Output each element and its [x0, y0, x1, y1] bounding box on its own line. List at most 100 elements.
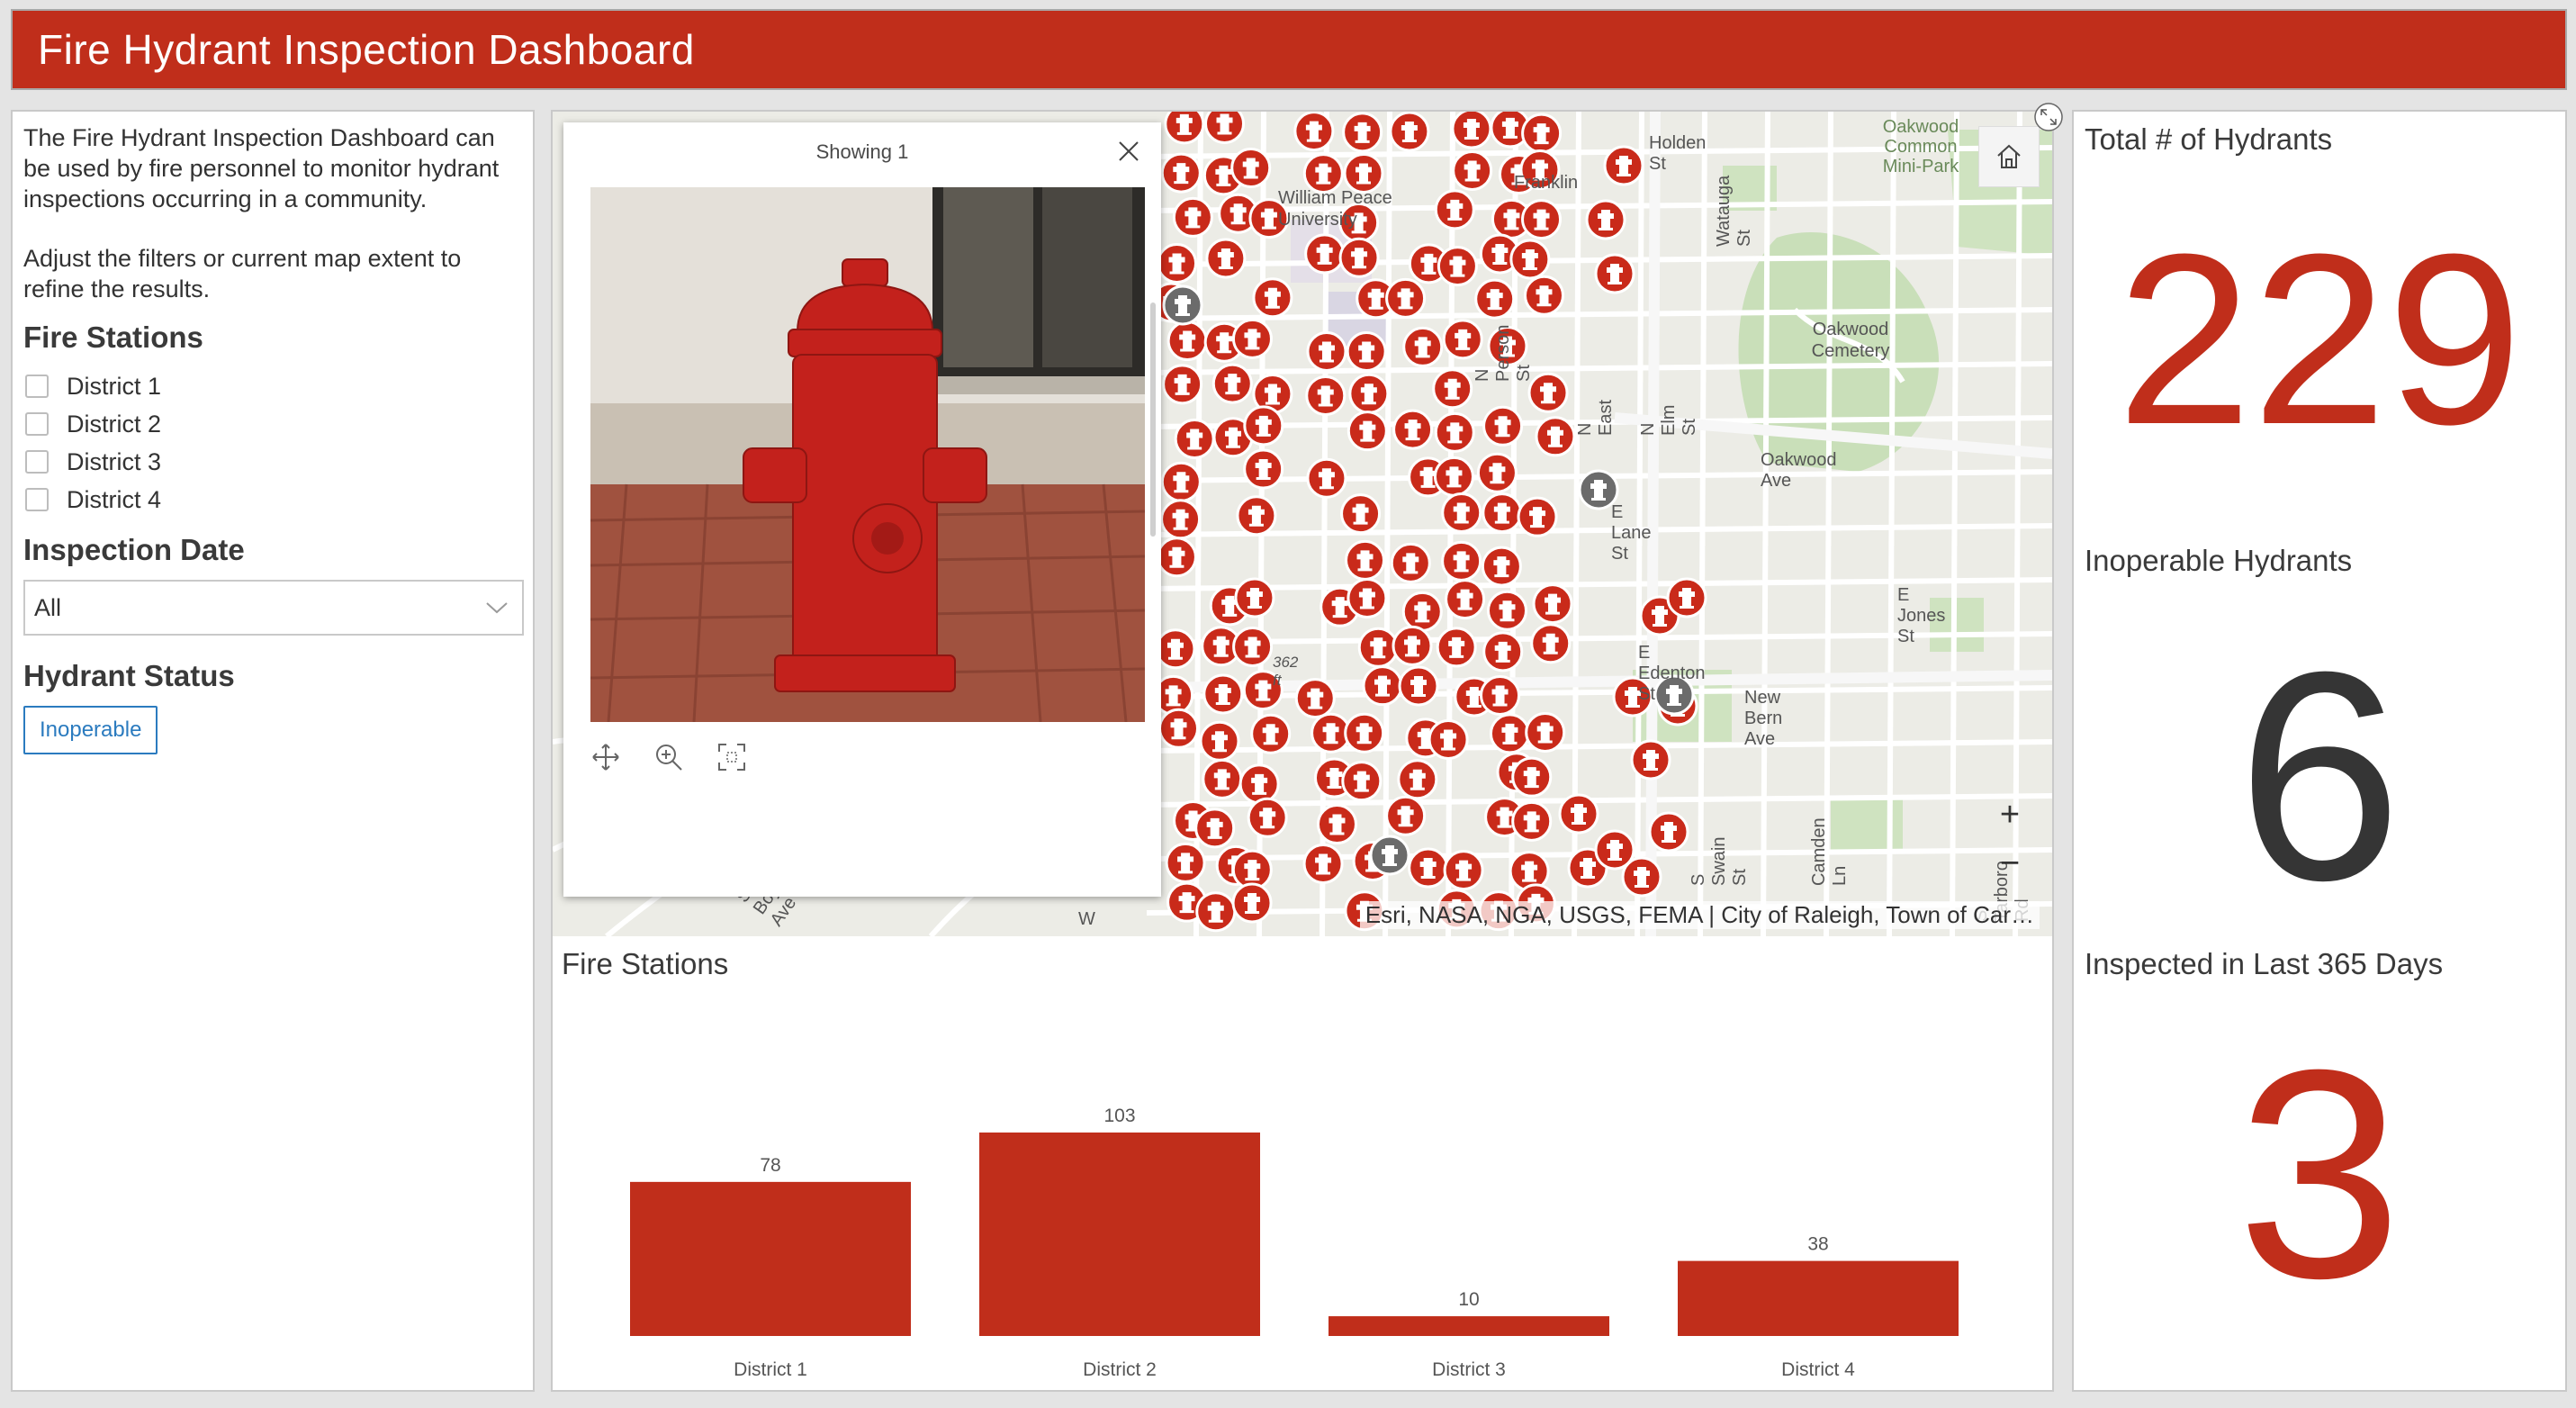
- hydrant-marker-icon[interactable]: [1247, 797, 1288, 838]
- hydrant-marker-icon[interactable]: [1434, 411, 1475, 453]
- hydrant-marker-icon[interactable]: [1445, 579, 1486, 620]
- hydrant-marker-icon[interactable]: [1250, 713, 1292, 754]
- hydrant-marker-icon[interactable]: [1362, 665, 1403, 707]
- hydrant-marker-icon[interactable]: [1341, 761, 1383, 802]
- hydrant-marker-icon[interactable]: [1345, 539, 1386, 581]
- hydrant-marker-icon[interactable]: [1166, 320, 1208, 362]
- hydrant-marker-icon[interactable]: [1211, 363, 1253, 404]
- hydrant-marker-icon[interactable]: [1648, 811, 1689, 853]
- hydrant-marker-icon[interactable]: [1304, 233, 1346, 275]
- hydrant-marker-icon[interactable]: [1530, 623, 1572, 664]
- hydrant-marker-icon[interactable]: [1338, 237, 1380, 278]
- hydrant-marker-icon[interactable]: [1443, 850, 1484, 891]
- hydrant-marker-icon[interactable]: [1434, 189, 1475, 230]
- hydrant-marker-icon[interactable]: [1306, 457, 1347, 499]
- zoom-to-icon[interactable]: [653, 742, 684, 772]
- hydrant-marker-icon[interactable]: [1243, 405, 1284, 447]
- hydrant-marker-icon[interactable]: [1476, 452, 1518, 493]
- district-2-checkbox[interactable]: [25, 412, 49, 436]
- hydrant-marker-icon[interactable]: [1408, 847, 1449, 889]
- pan-icon[interactable]: [590, 742, 621, 772]
- hydrant-marker-icon[interactable]: [1441, 492, 1482, 533]
- fullscreen-icon[interactable]: [716, 742, 747, 772]
- hydrant-marker-icon[interactable]: [1385, 277, 1427, 319]
- hydrant-marker-icon[interactable]: [1347, 577, 1388, 618]
- hydrant-marker-icon[interactable]: [1525, 712, 1566, 754]
- hydrant-marker-icon[interactable]: [1452, 150, 1493, 192]
- home-button[interactable]: [1978, 126, 2040, 187]
- district-2-option[interactable]: District 2: [23, 405, 522, 443]
- hydrant-marker-icon[interactable]: [1527, 372, 1569, 413]
- hydrant-marker-icon[interactable]: [1174, 419, 1215, 460]
- hydrant-marker-icon[interactable]: [1392, 625, 1433, 666]
- hydrant-marker-icon[interactable]: [1305, 375, 1347, 416]
- hydrant-marker-icon[interactable]: [1238, 763, 1280, 805]
- hydrant-marker-icon[interactable]: [1156, 537, 1197, 578]
- hydrant-marker-icon[interactable]: [1535, 416, 1576, 457]
- hydrant-marker-icon[interactable]: [1231, 882, 1273, 924]
- hydrant-marker-icon[interactable]: [1486, 590, 1527, 631]
- hydrant-marker-icon[interactable]: [1402, 326, 1444, 367]
- hydrant-marker-icon[interactable]: [1369, 835, 1410, 876]
- hydrant-marker-icon[interactable]: [1594, 253, 1635, 294]
- hydrant-marker-icon[interactable]: [1401, 591, 1443, 632]
- hydrant-marker-icon[interactable]: [1342, 112, 1383, 153]
- popup-scrollbar[interactable]: [1150, 302, 1156, 537]
- hydrant-marker-icon[interactable]: [1347, 411, 1388, 452]
- hydrant-marker-icon[interactable]: [1481, 546, 1522, 587]
- hydrant-marker-icon[interactable]: [1357, 627, 1399, 668]
- hydrant-marker-icon[interactable]: [1204, 112, 1246, 144]
- hydrant-marker-icon[interactable]: [1509, 851, 1550, 892]
- hydrant-marker-icon[interactable]: [1482, 405, 1524, 447]
- hydrant-marker-icon[interactable]: [1202, 673, 1244, 715]
- expand-icon[interactable]: [2032, 101, 2065, 133]
- hydrant-marker-icon[interactable]: [1392, 409, 1434, 450]
- hydrant-marker-icon[interactable]: [1231, 318, 1273, 359]
- hydrant-marker-icon[interactable]: [1511, 800, 1553, 842]
- hydrant-marker-icon[interactable]: [1480, 675, 1521, 717]
- hydrant-marker-icon[interactable]: [1474, 278, 1516, 320]
- close-icon[interactable]: [1116, 139, 1141, 164]
- hydrant-marker-icon[interactable]: [1160, 499, 1202, 540]
- hydrant-marker-icon[interactable]: [1348, 373, 1390, 414]
- hydrant-marker-icon[interactable]: [1340, 493, 1382, 535]
- hydrant-marker-icon[interactable]: [1489, 713, 1530, 754]
- zoom-out-button[interactable]: −: [1987, 841, 2032, 886]
- hydrant-marker-icon[interactable]: [1585, 199, 1626, 240]
- hydrant-marker-icon[interactable]: [1630, 739, 1671, 781]
- hydrant-marker-icon[interactable]: [1428, 718, 1469, 760]
- hydrant-marker-icon[interactable]: [1433, 456, 1474, 497]
- hydrant-marker-icon[interactable]: [1293, 112, 1335, 152]
- hydrant-marker-icon[interactable]: [1389, 112, 1430, 152]
- district-3-option[interactable]: District 3: [23, 443, 522, 481]
- inspection-date-select[interactable]: All: [23, 580, 524, 636]
- hydrant-marker-icon[interactable]: [1451, 112, 1492, 149]
- hydrant-marker-icon[interactable]: [1666, 577, 1707, 618]
- bar-district-4[interactable]: [1678, 1260, 1959, 1336]
- hydrant-marker-icon[interactable]: [1160, 152, 1202, 194]
- hydrant-marker-icon[interactable]: [1509, 239, 1551, 280]
- hydrant-marker-icon[interactable]: [1517, 496, 1558, 537]
- hydrant-marker-icon[interactable]: [1202, 758, 1243, 799]
- hydrant-marker-icon[interactable]: [1157, 243, 1198, 284]
- hydrant-marker-icon[interactable]: [1398, 665, 1439, 707]
- hydrant-marker-icon[interactable]: [1232, 626, 1274, 667]
- hydrant-marker-icon[interactable]: [1155, 628, 1196, 670]
- hydrant-marker-icon[interactable]: [1346, 331, 1387, 373]
- hydrant-marker-icon[interactable]: [1162, 284, 1203, 326]
- hydrant-marker-icon[interactable]: [1230, 147, 1272, 188]
- hydrant-marker-icon[interactable]: [1482, 492, 1523, 534]
- hydrant-marker-icon[interactable]: [1172, 196, 1213, 238]
- hydrant-marker-icon[interactable]: [1441, 540, 1482, 582]
- hydrant-marker-icon[interactable]: [1603, 145, 1644, 186]
- hydrant-marker-icon[interactable]: [1164, 112, 1205, 145]
- hydrant-marker-icon[interactable]: [1234, 577, 1275, 618]
- hydrant-marker-icon[interactable]: [1302, 843, 1344, 884]
- hydrant-marker-icon[interactable]: [1158, 708, 1200, 749]
- bar-district-2[interactable]: [979, 1133, 1260, 1336]
- zoom-in-button[interactable]: +: [1987, 792, 2032, 837]
- hydrant-marker-icon[interactable]: [1344, 712, 1385, 754]
- district-4-option[interactable]: District 4: [23, 481, 522, 519]
- hydrant-marker-icon[interactable]: [1511, 756, 1553, 798]
- hydrant-marker-icon[interactable]: [1432, 368, 1473, 410]
